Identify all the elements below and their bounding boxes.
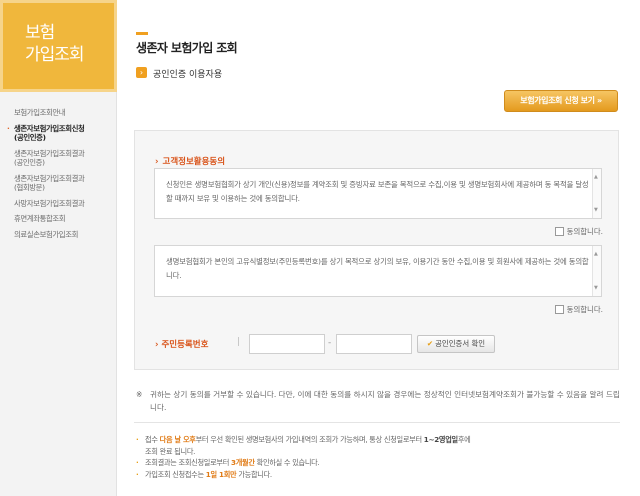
- note-mark: ※: [136, 390, 143, 399]
- sidebar-item-living-result-cert[interactable]: 생존자보험가입조회결과 (공인인증): [14, 149, 114, 168]
- info-highlight: 다음 날 오후: [159, 435, 196, 444]
- section-banner: 보험 가입조회: [0, 0, 117, 92]
- consent-title: 고객정보활용동의: [162, 157, 226, 167]
- scrollbar[interactable]: ▲ ▼: [592, 169, 601, 218]
- sidebar-item-label: 의료실손보험가입조회: [14, 229, 78, 239]
- sidebar-item-guide[interactable]: 보험가입조회안내: [14, 108, 114, 118]
- sidebar-item-medical-insurance[interactable]: 의료실손보험가입조회: [14, 230, 114, 240]
- info-text: 부터 우선 확인된 생명보험사의 가입내역의 조회가 가능하며, 통상 신청일로…: [195, 435, 424, 444]
- agree-checkbox-1[interactable]: [554, 227, 564, 236]
- scroll-down-icon[interactable]: ▼: [594, 203, 598, 217]
- refusal-notice: ※ 귀하는 상기 동의를 거부할 수 있습니다. 다만, 이에 대한 동의를 하…: [136, 388, 620, 414]
- sidebar-item-label: 생존자보험가입조회결과: [14, 173, 85, 183]
- check-icon: ✔: [426, 339, 434, 348]
- cert-confirm-label: 공인인증서 확인: [435, 339, 486, 348]
- sidebar-item-label: 생존자보험가입조회신청: [14, 123, 85, 133]
- info-text: 접수: [145, 435, 160, 444]
- sidebar-item-sublabel: (공인인증): [14, 133, 46, 142]
- agree-checkbox-row-1[interactable]: 동의합니다.: [554, 226, 603, 237]
- sub-title: 공인인증 이용자용: [153, 70, 223, 80]
- active-bullet-icon: ·: [7, 123, 10, 133]
- sidebar-item-deceased-result[interactable]: 사망자보험가입조회결과: [14, 199, 114, 209]
- scroll-down-icon[interactable]: ▼: [594, 281, 598, 295]
- refusal-notice-text: 귀하는 상기 동의를 거부할 수 있습니다. 다만, 이에 대한 동의를 하시지…: [150, 390, 620, 412]
- bullet-icon: ·: [136, 435, 139, 444]
- scroll-up-icon[interactable]: ▲: [594, 247, 598, 261]
- agree-label-2: 동의합니다.: [566, 305, 603, 314]
- bullet-icon: ·: [136, 458, 139, 467]
- sidebar-item-label: 생존자보험가입조회결과: [14, 148, 85, 158]
- info-item: · 접수 다음 날 오후부터 우선 확인된 생명보험사의 가입내역의 조회가 가…: [136, 434, 622, 457]
- info-highlight: 1일 1회만: [205, 469, 237, 479]
- sidebar-item-label: 휴면계좌통합조회: [14, 214, 66, 223]
- info-list: · 접수 다음 날 오후부터 우선 확인된 생명보험사의 가입내역의 조회가 가…: [136, 434, 622, 480]
- info-bold: 1~2영업일: [423, 435, 458, 444]
- rrn-label-text: 주민등록번호: [161, 340, 209, 350]
- rrn-dash: -: [328, 338, 332, 348]
- info-text: 가능합니다.: [236, 469, 272, 479]
- consent-text-box-1[interactable]: 신청인은 생명보험협회가 상기 개인(신용)정보를 계약조회 및 증빙자료 보존…: [154, 168, 602, 219]
- chevron-right-icon: ›: [155, 157, 159, 167]
- sidebar-item-sublabel: (협회방문): [14, 183, 45, 192]
- banner-title-line1: 보험: [25, 23, 55, 43]
- scroll-up-icon[interactable]: ▲: [594, 170, 598, 184]
- page-title: 생존자 보험가입 조회: [136, 41, 238, 55]
- rrn-row: › 주민등록번호 | - ✔ 공인인증서 확인: [155, 334, 605, 354]
- consent-form: › 고객정보활용동의 신청인은 생명보험협회가 상기 개인(신용)정보를 계약조회…: [134, 130, 619, 370]
- consent-text-2: 생명보험협회가 본인의 고유식별정보(주민등록번호)를 상기 목적으로 상기의 …: [166, 257, 589, 280]
- info-item: · 조회결과는 조회신청일로부터 3개월간 확인하실 수 있습니다.: [136, 457, 622, 469]
- bullet-icon: ·: [136, 469, 139, 479]
- agree-checkbox-row-2[interactable]: 동의합니다.: [554, 304, 603, 315]
- sidebar-item-dormant-account[interactable]: 휴면계좌통합조회: [14, 214, 114, 224]
- info-highlight: 3개월간: [231, 458, 255, 467]
- rrn-separator: |: [237, 337, 241, 347]
- sidebar-menu: 보험가입조회안내 · 생존자보험가입조회신청 (공인인증) 생존자보험가입조회결…: [7, 108, 114, 245]
- banner-title-line2: 가입조회: [25, 45, 85, 65]
- scrollbar[interactable]: ▲ ▼: [592, 246, 601, 296]
- left-sidebar: 보험 가입조회 보험가입조회안내 · 생존자보험가입조회신청 (공인인증) 생존…: [0, 0, 117, 496]
- consent-text-1: 신청인은 생명보험협회가 상기 개인(신용)정보를 계약조회 및 증빙자료 보존…: [166, 180, 589, 203]
- info-text: 후에: [457, 435, 471, 444]
- sidebar-item-living-result-visit[interactable]: 생존자보험가입조회결과 (협회방문): [14, 174, 114, 193]
- consent-heading: › 고객정보활용동의: [155, 155, 225, 167]
- sidebar-item-sublabel: (공인인증): [14, 158, 45, 167]
- agree-label-1: 동의합니다.: [566, 227, 603, 236]
- consent-text-box-2[interactable]: 생명보험협회가 본인의 고유식별정보(주민등록번호)를 상기 목적으로 상기의 …: [154, 245, 602, 297]
- main-content: 생존자 보험가입 조회 › 공인인증 이용자용 보험가입조회 신청 보기 » ›…: [118, 0, 640, 496]
- rrn-back-input[interactable]: [336, 334, 412, 354]
- info-text: 가입조회 신청접수는: [145, 469, 206, 479]
- sidebar-item-label: 보험가입조회안내: [14, 108, 66, 117]
- view-apply-button[interactable]: 보험가입조회 신청 보기 »: [504, 90, 618, 112]
- info-text: 확인하실 수 있습니다.: [254, 458, 320, 467]
- sidebar-item-label: 사망자보험가입조회결과: [14, 198, 85, 208]
- rrn-front-input[interactable]: [249, 334, 325, 354]
- info-text: 조회 완료 됩니다.: [145, 446, 196, 456]
- cert-confirm-button[interactable]: ✔ 공인인증서 확인: [417, 335, 495, 353]
- divider: [134, 422, 620, 423]
- rrn-label: › 주민등록번호: [155, 338, 208, 350]
- agree-checkbox-2[interactable]: [554, 305, 564, 314]
- info-text: 조회결과는 조회신청일로부터: [145, 458, 232, 467]
- title-accent-bar: [136, 32, 148, 35]
- info-item: · 가입조회 신청접수는 1일 1회만 가능합니다.: [136, 469, 622, 481]
- arrow-right-icon: ›: [136, 67, 147, 78]
- sidebar-item-living-apply[interactable]: · 생존자보험가입조회신청 (공인인증): [7, 123, 114, 143]
